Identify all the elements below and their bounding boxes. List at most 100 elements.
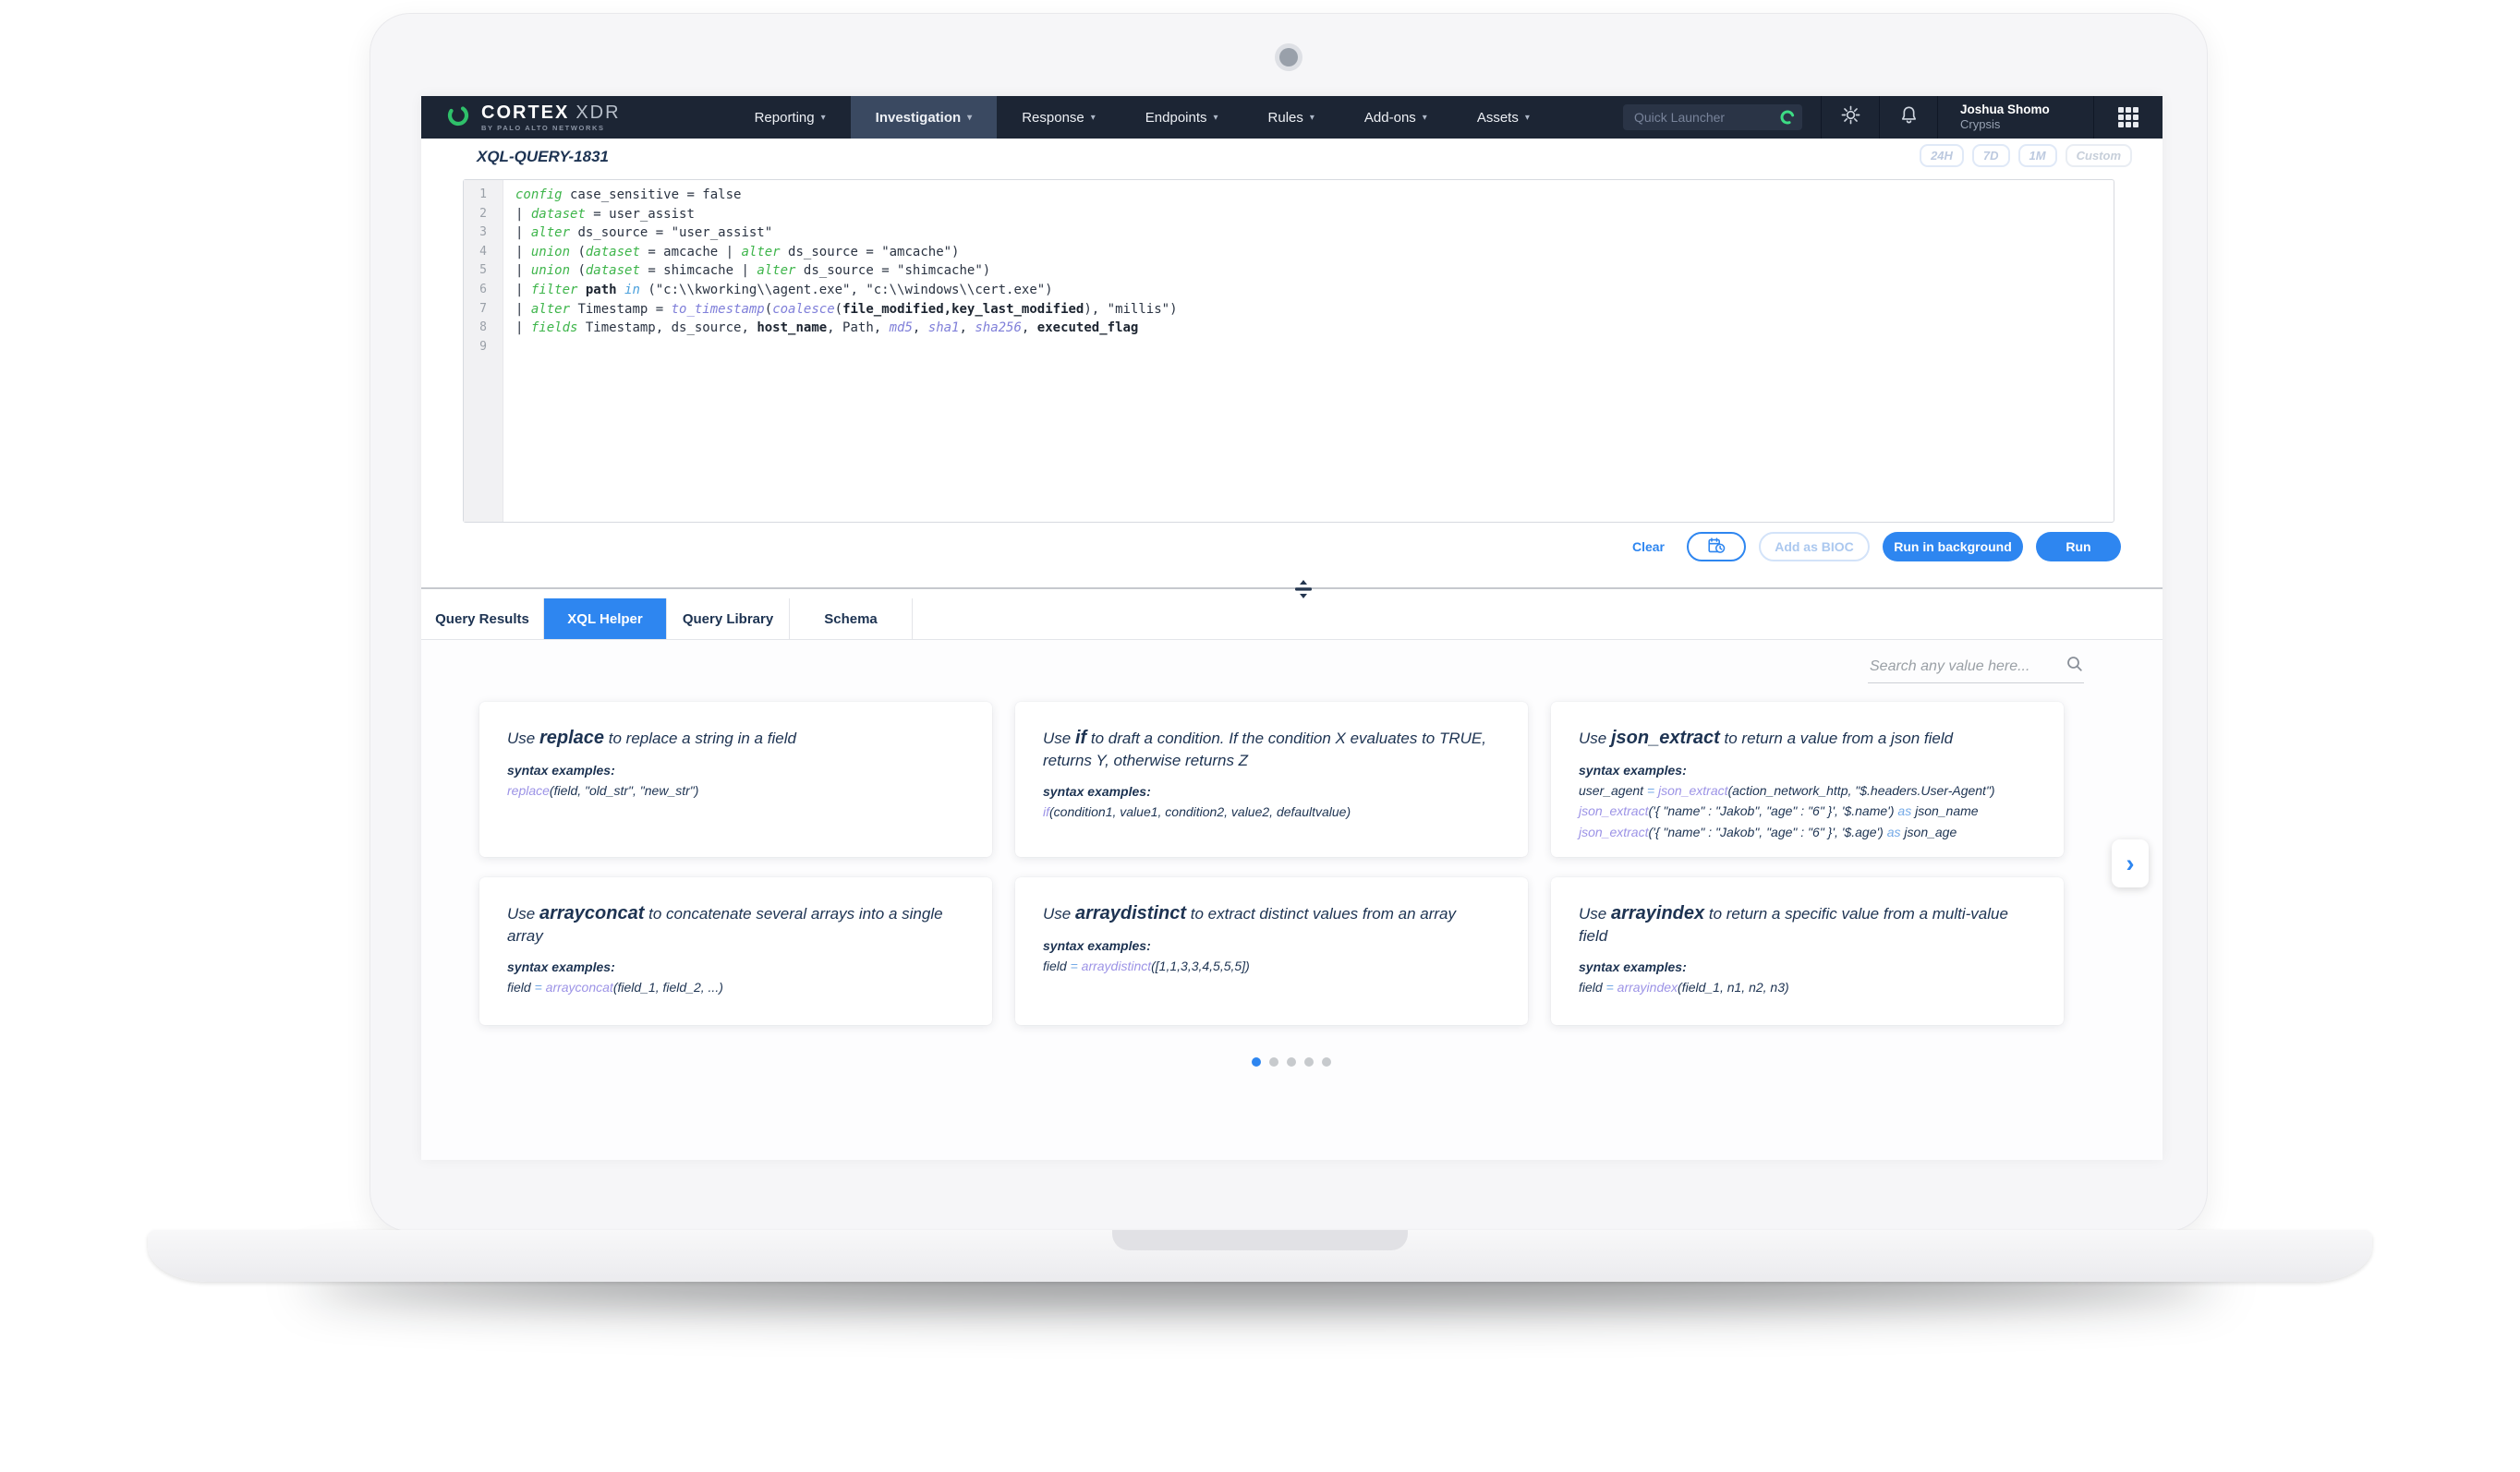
tab-query-results[interactable]: Query Results	[421, 598, 544, 639]
card-title: Use json_extract to return a value from …	[1579, 726, 2040, 751]
nav-menu: Reporting▾Investigation▾Response▾Endpoin…	[730, 96, 1555, 139]
card-examples: if(condition1, value1, condition2, value…	[1043, 802, 1504, 822]
time-range-24h[interactable]: 24H	[1920, 144, 1964, 167]
quick-launcher[interactable]	[1623, 104, 1802, 130]
app-launcher-button[interactable]	[2094, 107, 2163, 127]
query-title: XQL-QUERY-1831	[477, 148, 609, 166]
code-text	[503, 338, 515, 357]
time-range-7d[interactable]: 7D	[1972, 144, 2010, 167]
nav-item-endpoints[interactable]: Endpoints▾	[1121, 96, 1243, 139]
helper-card-json_extract: Use json_extract to return a value from …	[1551, 702, 2064, 857]
clear-button[interactable]: Clear	[1632, 539, 1665, 554]
add-as-bioc-button[interactable]: Add as BIOC	[1759, 532, 1870, 561]
code-line[interactable]: 3| alter ds_source = "user_assist"	[464, 223, 2114, 243]
tab-query-library[interactable]: Query Library	[667, 598, 790, 639]
gear-icon	[1840, 104, 1861, 130]
card-title: Use arraydistinct to extract distinct va…	[1043, 901, 1504, 926]
example-line: if(condition1, value1, condition2, value…	[1043, 802, 1504, 822]
syntax-examples-label: syntax examples:	[1043, 938, 1504, 953]
code-line[interactable]: 9	[464, 338, 2114, 357]
search-input[interactable]	[1868, 658, 2066, 676]
helper-panel: › Use replace to replace a string in a f…	[421, 640, 2163, 1160]
nav-item-reporting[interactable]: Reporting▾	[730, 96, 851, 139]
code-text: | alter ds_source = "user_assist"	[503, 223, 772, 243]
helper-card-arraydistinct: Use arraydistinct to extract distinct va…	[1015, 877, 1528, 1025]
carousel-next-button[interactable]: ›	[2112, 839, 2149, 887]
example-line: json_extract('{ "name" : "Jakob", "age" …	[1579, 822, 2040, 842]
nav-item-label: Investigation	[876, 110, 962, 126]
xql-editor[interactable]: 1config case_sensitive = false2| dataset…	[463, 179, 2114, 523]
time-range-group: 24H 7D 1M Custom	[1920, 144, 2132, 167]
schedule-icon	[1706, 536, 1726, 559]
run-in-background-button[interactable]: Run in background	[1883, 532, 2023, 561]
carousel-dot-2[interactable]	[1269, 1057, 1278, 1067]
helper-card-arrayindex: Use arrayindex to return a specific valu…	[1551, 877, 2064, 1025]
code-line[interactable]: 2| dataset = user_assist	[464, 205, 2114, 224]
brand-text: CORTEXXDR BY PALO ALTO NETWORKS	[481, 103, 621, 132]
code-text: | union (dataset = shimcache | alter ds_…	[503, 261, 990, 281]
user-menu[interactable]: Joshua Shomo Crypsis	[1938, 102, 2093, 133]
example-line: json_extract('{ "name" : "Jakob", "age" …	[1579, 801, 2040, 821]
nav-item-assets[interactable]: Assets▾	[1452, 96, 1555, 139]
line-number: 6	[464, 281, 503, 300]
chevron-down-icon: ▾	[1423, 113, 1427, 123]
cortex-logo-icon	[445, 103, 471, 133]
brand: CORTEXXDR BY PALO ALTO NETWORKS	[421, 96, 621, 139]
code-text: | fields Timestamp, ds_source, host_name…	[503, 319, 1138, 338]
code-line[interactable]: 1config case_sensitive = false	[464, 186, 2114, 205]
brand-name: CORTEX	[481, 103, 569, 123]
code-line[interactable]: 6| filter path in ("c:\\kworking\\agent.…	[464, 281, 2114, 300]
line-number: 2	[464, 205, 503, 224]
brand-title: CORTEXXDR	[481, 103, 621, 123]
carousel-dot-1[interactable]	[1252, 1057, 1261, 1067]
nav-item-addons[interactable]: Add-ons ▾	[1339, 96, 1452, 139]
laptop-base	[148, 1230, 2372, 1282]
code-line[interactable]: 7| alter Timestamp = to_timestamp(coales…	[464, 300, 2114, 320]
card-title: Use arrayconcat to concatenate several a…	[507, 901, 968, 947]
panel-splitter[interactable]	[421, 587, 2163, 589]
helper-search[interactable]	[1868, 655, 2084, 683]
syntax-examples-label: syntax examples:	[1043, 784, 1504, 799]
quick-launcher-icon[interactable]	[1779, 109, 1796, 130]
card-title: Use if to draft a condition. If the cond…	[1043, 726, 1504, 772]
line-number: 4	[464, 243, 503, 262]
chevron-down-icon: ▾	[821, 113, 826, 123]
nav-item-rules[interactable]: Rules▾	[1243, 96, 1339, 139]
code-line[interactable]: 8| fields Timestamp, ds_source, host_nam…	[464, 319, 2114, 338]
carousel-dot-3[interactable]	[1287, 1057, 1296, 1067]
laptop-base-notch	[1112, 1230, 1408, 1250]
nav-item-label: Add-ons	[1364, 110, 1416, 126]
code-line[interactable]: 4| union (dataset = amcache | alter ds_s…	[464, 243, 2114, 262]
code-text: | dataset = user_assist	[503, 205, 695, 224]
code-text: | filter path in ("c:\\kworking\\agent.e…	[503, 281, 1053, 300]
top-nav: CORTEXXDR BY PALO ALTO NETWORKS Reportin…	[421, 96, 2163, 139]
settings-button[interactable]	[1822, 104, 1879, 130]
results-tabs: Query ResultsXQL HelperQuery LibrarySche…	[421, 598, 2163, 640]
card-examples: user_agent = json_extract(action_network…	[1579, 780, 2040, 842]
app-grid-icon	[2118, 107, 2138, 127]
camera-icon	[1279, 48, 1298, 66]
card-examples: field = arraydistinct([1,1,3,3,4,5,5,5])	[1043, 956, 1504, 976]
time-range-custom[interactable]: Custom	[2066, 144, 2132, 167]
carousel-dot-5[interactable]	[1322, 1057, 1331, 1067]
code-line[interactable]: 5| union (dataset = shimcache | alter ds…	[464, 261, 2114, 281]
helper-card-if: Use if to draft a condition. If the cond…	[1015, 702, 1528, 857]
nav-item-response[interactable]: Response▾	[997, 96, 1121, 139]
schedule-button[interactable]	[1687, 532, 1746, 561]
card-title: Use replace to replace a string in a fie…	[507, 726, 968, 751]
quick-launcher-input[interactable]	[1623, 104, 1802, 130]
code-text: config case_sensitive = false	[503, 186, 741, 205]
carousel-dot-4[interactable]	[1304, 1057, 1314, 1067]
card-examples: field = arrayconcat(field_1, field_2, ..…	[507, 977, 968, 997]
tab-schema[interactable]: Schema	[790, 598, 913, 639]
time-range-1m[interactable]: 1M	[2018, 144, 2057, 167]
chevron-down-icon: ▾	[1310, 113, 1315, 123]
line-number: 8	[464, 319, 503, 338]
notifications-button[interactable]	[1880, 104, 1937, 130]
run-button[interactable]: Run	[2036, 532, 2121, 561]
example-line: user_agent = json_extract(action_network…	[1579, 780, 2040, 801]
nav-item-investigation[interactable]: Investigation▾	[851, 96, 998, 139]
syntax-examples-label: syntax examples:	[507, 959, 968, 974]
tab-xql-helper[interactable]: XQL Helper	[544, 598, 667, 639]
example-line: replace(field, "old_str", "new_str")	[507, 780, 968, 801]
